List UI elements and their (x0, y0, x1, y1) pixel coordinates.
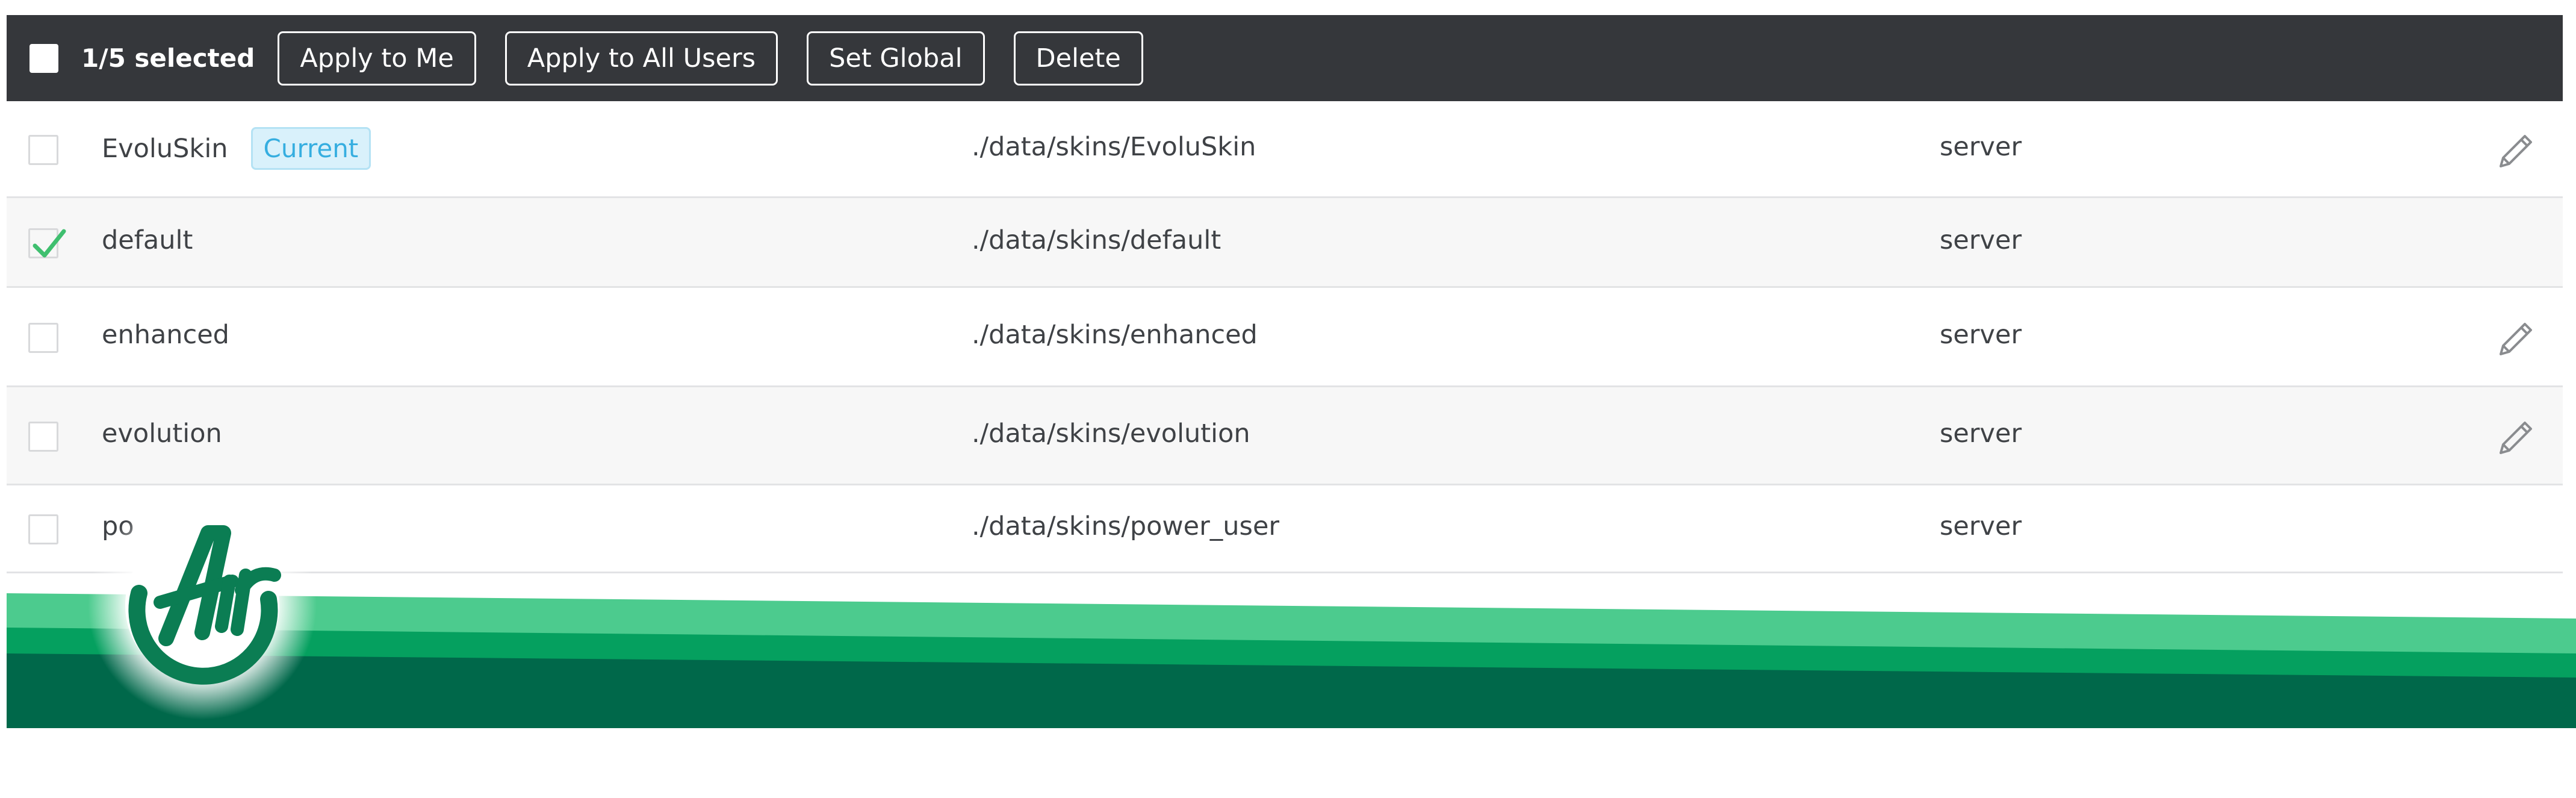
delete-button[interactable]: Delete (1013, 31, 1143, 86)
skins-table: EvoluSkin Current ./data/skins/EvoluSkin se… (7, 101, 2563, 573)
set-global-button[interactable]: Set Global (807, 31, 985, 86)
bulk-actions-toolbar: 1/5 selected Apply to Me Apply to All Us… (7, 15, 2563, 101)
row-checkbox[interactable] (28, 323, 58, 353)
check-icon (33, 229, 66, 258)
skin-name-cell: evolution (102, 419, 222, 449)
skin-location: server (1940, 132, 2022, 162)
table-row[interactable]: EvoluSkin Current ./data/skins/EvoluSkin se… (7, 101, 2563, 198)
row-checkbox[interactable] (28, 422, 58, 452)
skin-path: ./data/skins/default (972, 225, 1221, 255)
row-checkbox[interactable] (28, 135, 58, 165)
table-row[interactable]: evolution ./data/skins/evolution server (7, 387, 2563, 485)
select-all-checkbox[interactable] (29, 43, 58, 73)
skin-name-cell: default (102, 225, 193, 255)
table-row[interactable]: default ./data/skins/default server (7, 198, 2563, 288)
skin-name: enhanced (102, 320, 229, 350)
pencil-icon[interactable] (2495, 129, 2537, 171)
air-logo-icon (88, 491, 317, 720)
skin-name: default (102, 225, 193, 255)
skin-name: EvoluSkin (102, 133, 228, 164)
table-row[interactable]: enhanced ./data/skins/enhanced server (7, 288, 2563, 387)
selected-count: 1/5 selected (81, 43, 255, 73)
skin-name: evolution (102, 419, 222, 449)
current-badge: Current (250, 127, 371, 170)
skins-manager: 1/5 selected Apply to Me Apply to All Us… (7, 15, 2563, 573)
row-checkbox[interactable] (28, 514, 58, 544)
apply-to-me-button[interactable]: Apply to Me (278, 31, 476, 86)
skin-location: server (1940, 320, 2022, 350)
skin-path: ./data/skins/evolution (972, 419, 1250, 449)
skin-path: ./data/skins/power_user (972, 511, 1280, 541)
apply-to-all-users-button[interactable]: Apply to All Users (504, 31, 778, 86)
table-row[interactable]: po ./data/skins/power_user server (7, 485, 2563, 573)
skin-location: server (1940, 511, 2022, 541)
footer-decorative-band (7, 593, 2576, 728)
pencil-icon[interactable] (2495, 317, 2537, 359)
skin-path: ./data/skins/enhanced (972, 320, 1258, 350)
skin-name-cell: EvoluSkin Current (102, 127, 371, 170)
pencil-icon[interactable] (2495, 416, 2537, 458)
skin-path: ./data/skins/EvoluSkin (972, 132, 1256, 162)
skin-name-cell: enhanced (102, 320, 229, 350)
skin-location: server (1940, 419, 2022, 449)
skin-location: server (1940, 225, 2022, 255)
row-checkbox[interactable] (28, 228, 66, 258)
